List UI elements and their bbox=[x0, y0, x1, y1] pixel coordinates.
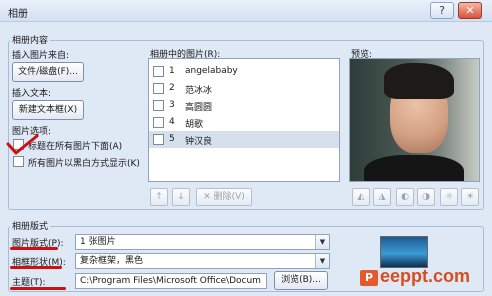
frame-shape-select[interactable]: 复杂框架，黑色 ▼ bbox=[75, 253, 330, 269]
picture-checkbox[interactable] bbox=[153, 66, 164, 77]
album-content-title: 相册内容 bbox=[10, 33, 51, 46]
contrast-down-icon: ◑ bbox=[422, 192, 430, 202]
preview-image bbox=[349, 58, 480, 182]
picture-row-3[interactable]: 3 高圆圆 bbox=[149, 97, 339, 114]
frame-shape-value: 复杂框架，黑色 bbox=[80, 256, 144, 266]
red-underline-mark bbox=[10, 266, 62, 269]
picture-number: 2 bbox=[169, 83, 175, 93]
move-up-button[interactable]: ↑ bbox=[150, 188, 168, 206]
insert-text-label: 插入文本: bbox=[12, 89, 52, 99]
brightness-up-icon: ☼ bbox=[444, 192, 454, 202]
down-arrow-icon: ↓ bbox=[177, 192, 185, 202]
move-down-button[interactable]: ↓ bbox=[172, 188, 190, 206]
rotate-left-button[interactable]: ◭ bbox=[352, 188, 370, 206]
picture-layout-select[interactable]: 1 张图片 ▼ bbox=[75, 234, 330, 250]
watermark-text: eeppt.com bbox=[380, 266, 471, 286]
contrast-down-button[interactable]: ◑ bbox=[417, 188, 435, 206]
contrast-up-button[interactable]: ◐ bbox=[396, 188, 414, 206]
picture-name: angelababy bbox=[185, 66, 238, 76]
rotate-right-button[interactable]: ◮ bbox=[373, 188, 391, 206]
preview-figure-shirt bbox=[364, 155, 464, 181]
red-underline-mark bbox=[10, 247, 58, 250]
red-check-mark-icon bbox=[6, 134, 39, 155]
rotate-left-icon: ◭ bbox=[357, 192, 365, 202]
picture-name: 胡歌 bbox=[185, 120, 204, 130]
black-white-label: 所有图片以黑白方式显示(K) bbox=[28, 159, 140, 169]
picture-checkbox[interactable] bbox=[153, 117, 164, 128]
picture-name: 高圆圆 bbox=[185, 103, 213, 113]
picture-checkbox[interactable] bbox=[153, 100, 164, 111]
insert-from-label: 插入图片来自: bbox=[12, 51, 70, 61]
theme-input[interactable]: C:\Program Files\Microsoft Office\Docum bbox=[75, 273, 267, 289]
browse-button[interactable]: 浏览(B)... bbox=[274, 271, 328, 290]
picture-name: 钟汉良 bbox=[185, 137, 213, 147]
picture-number: 3 bbox=[169, 100, 175, 110]
brightness-down-icon: ☀ bbox=[465, 192, 475, 202]
help-button[interactable]: ? bbox=[430, 2, 454, 19]
picture-name: 范冰冰 bbox=[185, 86, 213, 96]
red-underline-mark bbox=[10, 287, 66, 290]
delete-button[interactable]: ✕ 删除(V) bbox=[196, 188, 252, 206]
up-arrow-icon: ↑ bbox=[155, 192, 163, 202]
delete-label: 删除(V) bbox=[213, 192, 245, 202]
picture-row-4[interactable]: 4 胡歌 bbox=[149, 114, 339, 131]
watermark-logo-icon: P bbox=[360, 270, 378, 286]
chevron-down-icon[interactable]: ▼ bbox=[315, 254, 329, 268]
black-white-checkbox[interactable] bbox=[13, 156, 24, 167]
layout-thumbnail bbox=[380, 236, 428, 268]
new-textbox-button[interactable]: 新建文本框(X) bbox=[12, 100, 84, 120]
album-layout-title: 相册版式 bbox=[10, 219, 51, 232]
window-title: 相册 bbox=[8, 9, 28, 20]
title-bar bbox=[0, 0, 492, 22]
file-disk-button[interactable]: 文件/磁盘(F)... bbox=[12, 62, 84, 82]
brightness-down-button[interactable]: ☀ bbox=[461, 188, 479, 206]
picture-number: 5 bbox=[169, 134, 175, 144]
chevron-down-icon[interactable]: ▼ bbox=[315, 235, 329, 249]
close-button[interactable]: ✕ bbox=[458, 2, 482, 19]
preview-figure-hair bbox=[384, 63, 454, 99]
picture-row-2[interactable]: 2 范冰冰 bbox=[149, 80, 339, 97]
picture-list[interactable]: 1 angelababy 2 范冰冰 3 高圆圆 4 胡歌 5 钟汉良 bbox=[148, 58, 340, 182]
caption-below-label: 标题在所有图片下面(A) bbox=[28, 142, 123, 152]
rotate-right-icon: ◮ bbox=[378, 192, 386, 202]
brightness-up-button[interactable]: ☼ bbox=[440, 188, 458, 206]
picture-checkbox[interactable] bbox=[153, 134, 164, 145]
delete-icon: ✕ bbox=[203, 192, 211, 202]
theme-value: C:\Program Files\Microsoft Office\Docum bbox=[80, 276, 261, 286]
picture-number: 1 bbox=[169, 66, 175, 76]
picture-number: 4 bbox=[169, 117, 175, 127]
contrast-up-icon: ◐ bbox=[401, 192, 409, 202]
picture-layout-value: 1 张图片 bbox=[80, 237, 116, 247]
picture-row-5[interactable]: 5 钟汉良 bbox=[149, 131, 339, 148]
picture-checkbox[interactable] bbox=[153, 83, 164, 94]
picture-row-1[interactable]: 1 angelababy bbox=[149, 63, 339, 80]
